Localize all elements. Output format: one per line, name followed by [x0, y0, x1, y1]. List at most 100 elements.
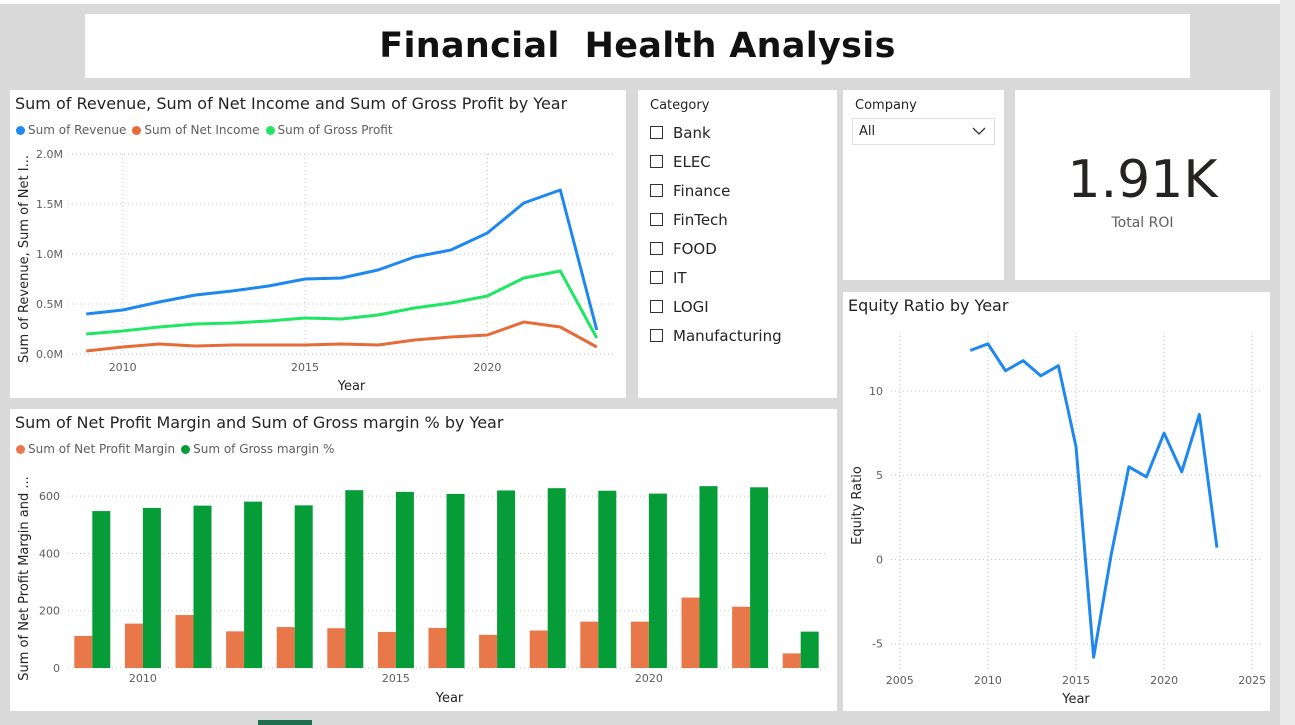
y-axis-title: Equity Ratio — [850, 466, 865, 545]
equity-ratio-chart-card[interactable]: Equity Ratio by Year -5 0 5 10 2005 2010 2015 2… — [843, 292, 1270, 711]
gross-margin-bar — [648, 493, 667, 668]
revenue-line-chart-card[interactable]: Sum of Revenue, Sum of Net Income and Su… — [10, 90, 626, 398]
margin-bar-chart[interactable]: 02004006002010 2015 2020YearSum of Net Pro… — [10, 409, 837, 711]
net-profit-margin-bar — [124, 623, 143, 668]
y-axis-title: Sum of Net Profit Margin and ... — [17, 476, 32, 680]
net-profit-margin-bar — [580, 621, 599, 668]
category-option-bank[interactable]: Bank — [650, 118, 782, 147]
category-slicer[interactable]: Category Bank ELEC Finance FinTech FOOD IT LOG… — [638, 90, 837, 398]
checkbox[interactable] — [650, 155, 663, 168]
category-option-label: IT — [673, 268, 687, 287]
company-slicer[interactable]: Company All — [843, 90, 1004, 280]
company-dropdown-value: All — [859, 124, 876, 139]
y-tick-label: 200 — [39, 605, 60, 618]
y-tick-label: 0 — [876, 553, 883, 566]
x-axis-title: Year — [337, 379, 366, 394]
chevron-down-icon — [972, 127, 986, 135]
checkbox[interactable] — [650, 242, 663, 255]
category-option-finance[interactable]: Finance — [650, 176, 782, 205]
net-profit-margin-bar — [327, 628, 346, 668]
net-profit-margin-bar — [377, 631, 396, 668]
category-option-label: LOGI — [673, 297, 709, 316]
net-profit-margin-bar — [732, 606, 751, 668]
y-tick-label: 1.5M — [36, 198, 63, 211]
checkbox[interactable] — [650, 300, 663, 313]
gross-margin-bar — [699, 486, 718, 668]
title-card: Financial Health Analysis — [85, 14, 1190, 78]
x-tick-label: 2015 — [291, 361, 319, 374]
category-option-fintech[interactable]: FinTech — [650, 205, 782, 234]
x-tick-label: 2010 — [109, 361, 137, 374]
revenue-line-chart[interactable]: 0.0M0.5M1.0M1.5M2.0M2010 2015 2020YearSum … — [10, 90, 626, 398]
right-scroll-track[interactable] — [1280, 0, 1295, 725]
gross-margin-bar — [497, 490, 516, 668]
gross-margin-bar — [294, 505, 313, 668]
x-tick-label: 2010 — [974, 674, 1002, 687]
y-tick-label: 0 — [53, 662, 60, 675]
category-option-food[interactable]: FOOD — [650, 234, 782, 263]
gross-margin-bar — [547, 488, 566, 668]
net-profit-margin-bar — [74, 635, 93, 668]
top-strip — [0, 0, 1295, 4]
gross-margin-bar — [750, 487, 769, 668]
company-slicer-header: Company — [855, 98, 917, 113]
y-tick-label: 1.0M — [36, 248, 63, 261]
y-tick-label: 0.0M — [36, 348, 63, 361]
y-tick-label: 0.5M — [36, 298, 63, 311]
category-option-label: Finance — [673, 181, 731, 200]
roi-kpi-card[interactable]: 1.91K Total ROI — [1015, 90, 1270, 280]
x-tick-label: 2020 — [473, 361, 501, 374]
gross-margin-bar — [598, 490, 617, 668]
y-tick-label: 10 — [869, 385, 883, 398]
category-option-elec[interactable]: ELEC — [650, 147, 782, 176]
checkbox[interactable] — [650, 329, 663, 342]
category-option-manufacturing[interactable]: Manufacturing — [650, 321, 782, 350]
revenue-series-line — [86, 188, 599, 331]
net-profit-margin-bar — [681, 597, 700, 668]
category-option-label: FinTech — [673, 210, 728, 229]
page-tab-indicator[interactable] — [258, 720, 312, 725]
checkbox[interactable] — [650, 184, 663, 197]
category-option-it[interactable]: IT — [650, 263, 782, 292]
kpi-label: Total ROI — [1111, 215, 1174, 231]
equity-ratio-chart[interactable]: -505102005 2010 2015 2020 2025YearEquity Rat… — [843, 292, 1270, 711]
net-profit-margin-bar — [428, 627, 447, 668]
category-list: Bank ELEC Finance FinTech FOOD IT LOGI Manufact… — [650, 118, 782, 350]
gross-margin-bar — [446, 493, 465, 668]
gross-margin-bar — [244, 501, 263, 668]
category-option-logi[interactable]: LOGI — [650, 292, 782, 321]
dashboard-title: Financial Health Analysis — [379, 26, 896, 66]
category-option-label: FOOD — [673, 239, 717, 258]
checkbox[interactable] — [650, 126, 663, 139]
checkbox[interactable] — [650, 271, 663, 284]
x-tick-label: 2020 — [1150, 674, 1178, 687]
y-tick-label: 400 — [39, 547, 60, 560]
net-profit-margin-bar — [782, 653, 801, 668]
y-tick-label: 2.0M — [36, 148, 63, 161]
gross-margin-bar — [92, 511, 111, 668]
net-profit-margin-bar — [630, 621, 649, 668]
checkbox[interactable] — [650, 213, 663, 226]
x-tick-label: 2015 — [1062, 674, 1090, 687]
gross-margin-bar — [345, 490, 364, 668]
x-tick-label: 2005 — [886, 674, 914, 687]
net-profit-margin-bar — [175, 615, 194, 668]
category-option-label: Bank — [673, 123, 711, 142]
y-tick-label: 600 — [39, 490, 60, 503]
kpi-value: 1.91K — [1067, 150, 1218, 210]
net-profit-margin-bar — [276, 627, 295, 668]
x-tick-label: 2025 — [1238, 674, 1266, 687]
y-axis-title: Sum of Revenue, Sum of Net I... — [17, 155, 32, 363]
y-tick-label: -5 — [872, 638, 883, 651]
company-dropdown[interactable]: All — [852, 118, 995, 145]
category-slicer-header: Category — [650, 98, 710, 113]
net-profit-margin-bar — [479, 634, 498, 668]
gross-margin-bar — [800, 631, 819, 668]
x-tick-label: 2015 — [382, 672, 410, 685]
x-tick-label: 2010 — [129, 672, 157, 685]
net-profit-margin-bar — [529, 630, 548, 668]
gross-margin-bar — [193, 505, 212, 668]
margin-bar-chart-card[interactable]: Sum of Net Profit Margin and Sum of Gros… — [10, 409, 837, 711]
x-axis-title: Year — [1061, 692, 1090, 707]
category-option-label: ELEC — [673, 152, 711, 171]
